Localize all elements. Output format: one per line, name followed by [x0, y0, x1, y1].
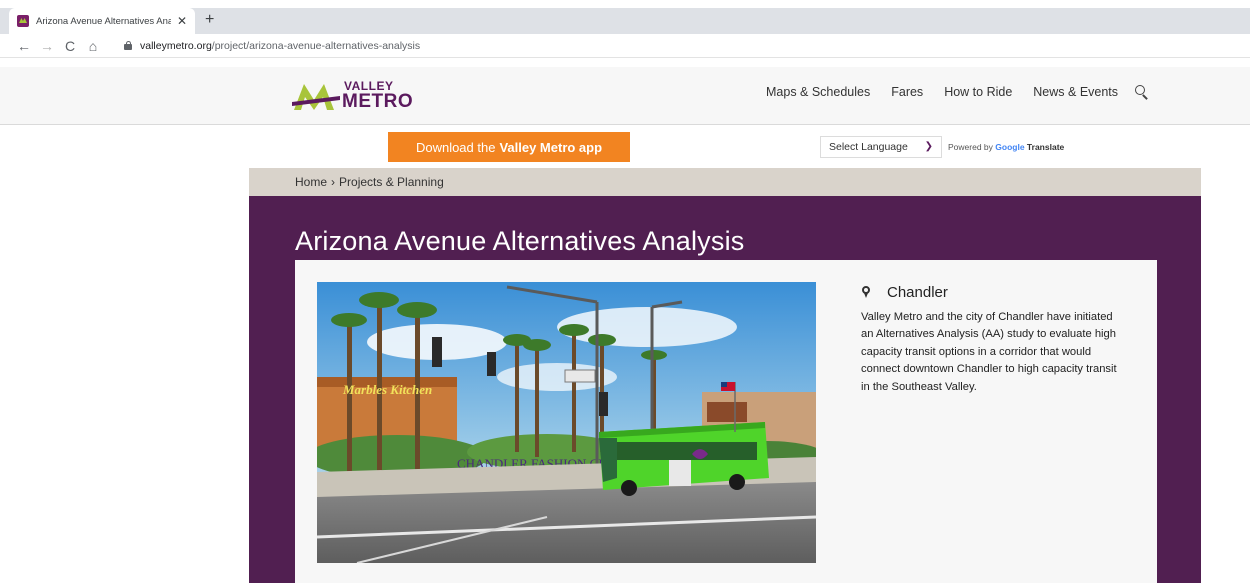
breadcrumb-home[interactable]: Home	[295, 175, 327, 189]
download-app-banner[interactable]: Download the Valley Metro app	[388, 132, 630, 162]
project-description: Valley Metro and the city of Chandler ha…	[861, 311, 1117, 393]
main-navigation: Maps & Schedules Fares How to Ride News …	[766, 85, 1149, 100]
url-host: valleymetro.org	[140, 39, 212, 52]
app-banner-bold: Valley Metro app	[499, 139, 603, 155]
reload-icon[interactable]: C	[60, 38, 80, 54]
chevron-down-icon: ❯	[924, 141, 933, 152]
google-wordmark: Google	[995, 142, 1025, 152]
browser-tab-bar: Arizona Avenue Alternatives Ana ✕ +	[0, 8, 1250, 34]
project-location: Chandler	[861, 284, 1123, 301]
address-bar[interactable]: valleymetro.org/project/arizona-avenue-a…	[140, 40, 420, 52]
close-tab-icon[interactable]: ✕	[177, 14, 187, 28]
page-title: Arizona Avenue Alternatives Analysis	[295, 226, 745, 256]
tab-title: Arizona Avenue Alternatives Ana	[36, 15, 171, 27]
chandler-bus-photo-illustration: Marbles Kitchen CHANDLER FASHION CENTER	[317, 282, 816, 563]
back-arrow-icon[interactable]: ←	[14, 38, 34, 54]
powered-by-google-translate[interactable]: Powered by Google Translate	[948, 142, 1064, 152]
forward-arrow-icon[interactable]: →	[37, 38, 57, 54]
valley-metro-logo[interactable]: VALLEY METRO	[292, 78, 432, 114]
project-card: Marbles Kitchen CHANDLER FASHION CENTER	[295, 260, 1157, 583]
site-header: VALLEY METRO Maps & Schedules Fares How …	[0, 67, 1250, 125]
project-info: Chandler Valley Metro and the city of Ch…	[861, 284, 1123, 396]
new-tab-button[interactable]: +	[205, 11, 214, 29]
nav-news-events[interactable]: News & Events	[1033, 85, 1118, 99]
valley-metro-favicon-icon	[17, 15, 29, 27]
nav-how-to-ride[interactable]: How to Ride	[944, 85, 1012, 99]
lock-icon	[124, 41, 132, 50]
location-name: Chandler	[887, 284, 948, 301]
nav-maps-schedules[interactable]: Maps & Schedules	[766, 85, 870, 99]
search-icon[interactable]	[1135, 85, 1149, 100]
logo-text-metro: METRO	[342, 91, 414, 112]
app-banner-prefix: Download the	[415, 139, 496, 155]
translate-label: Translate	[1026, 142, 1065, 152]
language-select[interactable]: Select Language ❯	[820, 136, 942, 158]
main-content: Arizona Avenue Alternatives Analysis Mar…	[249, 196, 1201, 583]
breadcrumb: Home › Projects & Planning	[249, 168, 1201, 196]
url-path: /project/arizona-avenue-alternatives-ana…	[211, 39, 421, 52]
green-bus-illustration	[599, 422, 769, 496]
home-icon[interactable]: ⌂	[83, 38, 103, 54]
browser-tab[interactable]: Arizona Avenue Alternatives Ana ✕	[9, 8, 195, 34]
map-pin-icon	[861, 286, 871, 299]
nav-fares[interactable]: Fares	[891, 85, 923, 99]
breadcrumb-separator: ›	[331, 175, 336, 189]
browser-toolbar: ← → C ⌂ valleymetro.org/project/arizona-…	[0, 34, 1250, 58]
breadcrumb-current[interactable]: Projects & Planning	[339, 175, 444, 189]
photo-sign-marbles: Marbles Kitchen	[342, 382, 432, 397]
project-photo: Marbles Kitchen CHANDLER FASHION CENTER	[317, 282, 816, 563]
language-select-value: Select Language	[829, 141, 908, 153]
powered-by-label: Powered by	[948, 142, 993, 152]
valley-metro-logo-mark-icon	[292, 84, 340, 110]
